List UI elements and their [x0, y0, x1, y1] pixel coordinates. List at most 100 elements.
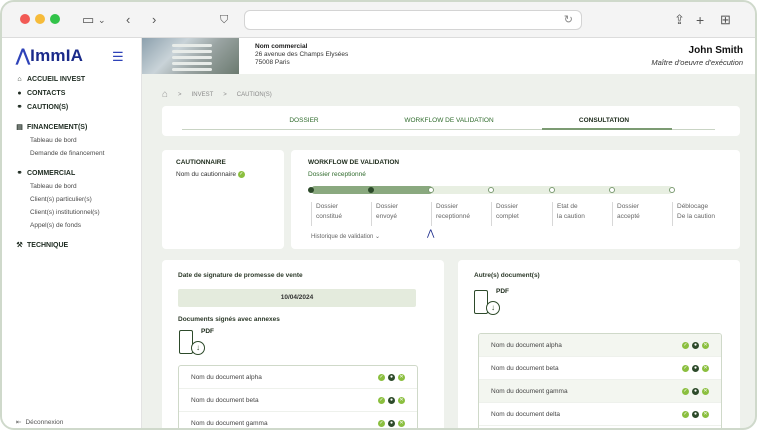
address-bar[interactable]: ↻ — [244, 10, 582, 30]
reload-icon[interactable]: ↻ — [564, 13, 573, 26]
chevron-down-icon[interactable]: ⌄ — [98, 11, 106, 29]
reject-icon[interactable]: ✕ — [398, 373, 405, 381]
sidebar-item-commercial[interactable]: ⚭ COMMERCIAL — [16, 166, 136, 180]
sidebar-subitem[interactable]: Client(s) particulier(s) — [16, 193, 136, 206]
validate-icon[interactable]: ✓ — [682, 364, 689, 372]
view-icon[interactable]: ● — [692, 341, 699, 349]
project-address: 26 avenue des Champs Elysées — [255, 51, 349, 58]
sidebar-subitem[interactable]: Demande de financement — [16, 147, 136, 160]
tab-workflow[interactable]: WORKFLOW DE VALIDATION — [389, 117, 509, 124]
share-icon[interactable]: ⇪ — [674, 11, 685, 29]
signature-card: Date de signature de promesse de vente 1… — [162, 260, 444, 428]
view-icon[interactable]: ● — [388, 396, 395, 404]
step-dot — [488, 187, 494, 193]
sidebar-subitem[interactable]: Tableau de bord — [16, 180, 136, 193]
app-window: ▭ ⌄ ‹ › ⛉ ↻ ⇪ + ⊞ ⋀ImmIA ☰ ⌂ ACCUEIL INVE… — [0, 0, 757, 430]
other-docs-title: Autre(s) document(s) — [474, 272, 540, 279]
validate-icon[interactable]: ✓ — [378, 419, 385, 427]
step-dot — [308, 187, 314, 193]
pdf-download-button[interactable]: ↓ PDF — [179, 328, 214, 358]
tab-overview-icon[interactable]: ⊞ — [720, 11, 731, 29]
step-label: Dossier complet — [491, 202, 519, 226]
reject-icon[interactable]: ✕ — [702, 341, 709, 349]
workflow-card: WORKFLOW DE VALIDATION Dossier reception… — [291, 150, 740, 249]
signature-date: 10/04/2024 — [178, 289, 416, 307]
breadcrumb-cautions[interactable]: CAUTION(S) — [237, 92, 272, 98]
logout-button[interactable]: ⇤ Déconnexion — [16, 418, 63, 427]
user-role: Maître d'oeuvre d'exécution — [651, 58, 743, 67]
step-label: Dossier receptionné — [431, 202, 470, 226]
history-dropdown[interactable]: Historique de validation ⌄ — [311, 233, 380, 240]
step-dot — [368, 187, 374, 193]
view-icon[interactable]: ● — [692, 387, 699, 395]
sidebar-item-contacts[interactable]: ● CONTACTS — [16, 86, 136, 100]
list-item: Nom du document gamma ✓ ● ✕ — [479, 380, 721, 403]
other-docs-card: Autre(s) document(s) ↓ PDF Nom du docume… — [458, 260, 740, 428]
forward-icon[interactable]: › — [152, 11, 156, 29]
view-icon[interactable]: ● — [388, 373, 395, 381]
sidebar-item-cautions[interactable]: ⚭ CAUTION(S) — [16, 100, 136, 114]
tab-bar: DOSSIER WORKFLOW DE VALIDATION CONSULTAT… — [162, 106, 740, 136]
reject-icon[interactable]: ✕ — [702, 364, 709, 372]
sidebar-subitem[interactable]: Client(s) institutionnel(s) — [16, 206, 136, 219]
breadcrumb-invest[interactable]: INVEST — [192, 92, 214, 98]
validate-icon[interactable]: ✓ — [378, 373, 385, 381]
shield-icon: ⛉ — [220, 14, 229, 26]
sidebar-item-accueil[interactable]: ⌂ ACCUEIL INVEST — [16, 72, 136, 86]
new-tab-icon[interactable]: + — [696, 11, 704, 29]
reject-icon[interactable]: ✕ — [702, 410, 709, 418]
back-icon[interactable]: ‹ — [126, 11, 130, 29]
home-icon[interactable]: ⌂ — [162, 89, 168, 100]
breadcrumb: ⌂ > INVEST > CAUTION(S) — [162, 89, 272, 100]
tools-icon: ⚒ — [16, 242, 23, 249]
menu-collapse-icon[interactable]: ☰ — [112, 49, 124, 65]
validate-icon[interactable]: ✓ — [682, 387, 689, 395]
active-tab-indicator — [542, 128, 672, 130]
validate-icon[interactable]: ✓ — [682, 341, 689, 349]
list-item: Nom du document alpha ✓ ● ✕ — [179, 366, 417, 389]
reject-icon[interactable]: ✕ — [398, 396, 405, 404]
pdf-download-button[interactable]: ↓ PDF — [474, 288, 509, 318]
logo: ⋀ImmIA — [16, 46, 84, 65]
tab-consultation[interactable]: CONSULTATION — [544, 117, 664, 124]
view-icon[interactable]: ● — [692, 364, 699, 372]
other-docs-list: Nom du document alpha ✓ ● ✕ Nom du document… — [478, 333, 722, 428]
sidebar-item-financements[interactable]: ▤ FINANCEMENT(S) — [16, 120, 136, 134]
home-icon: ⌂ — [17, 75, 22, 83]
cautionnaire-title: CAUTIONNAIRE — [176, 159, 226, 166]
cautionnaire-name: Nom du cautionnaire — [176, 171, 236, 179]
handshake-icon: ⚭ — [16, 104, 23, 111]
sidebar-item-technique[interactable]: ⚒ TECHNIQUE — [16, 238, 136, 252]
download-icon: ↓ — [191, 341, 205, 355]
user-info: John Smith Maître d'oeuvre d'exécution — [651, 45, 743, 67]
user-name: John Smith — [688, 45, 743, 56]
validate-icon[interactable]: ✓ — [378, 396, 385, 404]
view-icon[interactable]: ● — [388, 419, 395, 427]
close-window-button[interactable] — [20, 14, 30, 24]
step-dot — [428, 187, 434, 193]
step-label: Dossier envoyé — [371, 202, 398, 226]
sidebar-subitem[interactable]: Appel(s) de fonds — [16, 219, 136, 232]
step-dot — [549, 187, 555, 193]
handshake-icon: ⚭ — [16, 170, 23, 177]
check-icon: ✓ — [237, 171, 245, 178]
page-header: Nom commercial 26 avenue des Champs Elys… — [142, 38, 755, 74]
reject-icon[interactable]: ✕ — [702, 387, 709, 395]
step-label: Dossier accepté — [612, 202, 640, 226]
chevron-down-icon: ⌄ — [375, 234, 381, 240]
document-icon: ▤ — [16, 124, 23, 131]
download-icon: ↓ — [486, 301, 500, 315]
view-icon[interactable]: ● — [692, 410, 699, 418]
tab-dossier[interactable]: DOSSIER — [244, 117, 364, 124]
project-city: 75008 Paris — [255, 59, 290, 66]
maximize-window-button[interactable] — [50, 14, 60, 24]
minimize-window-button[interactable] — [35, 14, 45, 24]
browser-toolbar: ▭ ⌄ ‹ › ⛉ ↻ ⇪ + ⊞ — [2, 2, 755, 38]
list-item: Nom du document alpha ✓ ● ✕ — [479, 334, 721, 357]
reject-icon[interactable]: ✕ — [398, 419, 405, 427]
step-label: Déblocage De la caution — [672, 202, 715, 226]
sidebar-toggle-icon[interactable]: ▭ — [82, 11, 94, 29]
sidebar-subitem[interactable]: Tableau de bord — [16, 134, 136, 147]
validate-icon[interactable]: ✓ — [682, 410, 689, 418]
workflow-title: WORKFLOW DE VALIDATION — [308, 159, 400, 166]
